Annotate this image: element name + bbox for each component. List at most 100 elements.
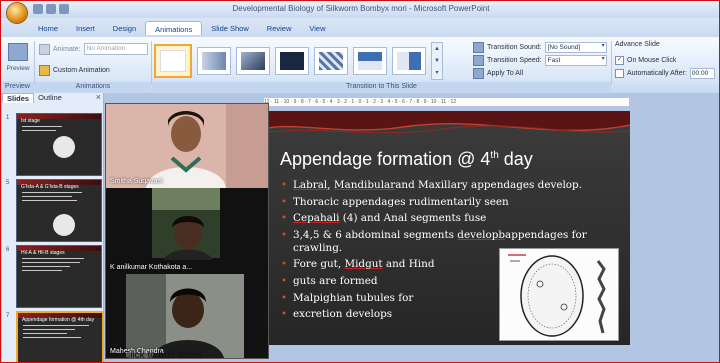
custom-animation-button[interactable]: Custom Animation: [39, 65, 110, 76]
slide-canvas[interactable]: Appendage formation @ 4th day • Labral, M…: [263, 111, 630, 345]
bullet-icon: •: [281, 228, 288, 241]
slide-number: 7: [6, 313, 10, 319]
window-title: Developmental Biology of Silkworm Bombyx…: [232, 4, 490, 13]
advance-slide-group: Advance Slide ✓ On Mouse Click Automatic…: [615, 41, 715, 80]
animate-row: Animate: No Animation: [39, 43, 148, 55]
gallery-scroll[interactable]: ▲ ▼ ▾: [431, 42, 443, 80]
thumb-text-line: [23, 337, 81, 338]
ribbon-tabs: Home Insert Design Animations Slide Show…: [29, 21, 335, 35]
transition-wipe-down-thumb[interactable]: [353, 47, 387, 75]
bullet-text: Cepahali (4) and Anal segments fuse: [293, 212, 487, 225]
group-separator: [34, 41, 35, 85]
participant-avatar: [106, 274, 268, 358]
animate-label: Animate:: [53, 45, 81, 53]
tab-outline[interactable]: Outline: [34, 93, 66, 103]
animate-icon: [39, 43, 50, 55]
participant-video-tile[interactable]: Mahesh Chandra: [106, 274, 268, 358]
thumb-text-line: [22, 200, 77, 201]
advance-slide-title: Advance Slide: [615, 41, 660, 48]
slide-number: 1: [6, 115, 10, 121]
slide-thumbnail[interactable]: G'Ista-A & G'Ista-B stages: [16, 179, 102, 242]
slide-title[interactable]: Appendage formation @ 4th day: [280, 149, 533, 170]
bullet-icon: •: [281, 179, 288, 191]
tab-design[interactable]: Design: [104, 21, 145, 35]
bullet-text: Labral, Mandibularand Maxillary appendag…: [293, 179, 583, 191]
thumb-title: Appendage formation @ 4th day: [22, 317, 95, 323]
apply-all-icon: [473, 68, 484, 79]
bullet-text: guts are formed: [293, 274, 378, 287]
slide-bullet: • Labral, Mandibularand Maxillary appenda…: [281, 179, 621, 192]
tab-insert[interactable]: Insert: [67, 21, 104, 35]
transition-sound-label: Transition Sound:: [487, 44, 542, 51]
thumb-title: Hil-A & Hil-B stages: [21, 250, 65, 256]
tab-slide-show[interactable]: Slide Show: [202, 21, 258, 35]
preview-label: Preview: [6, 65, 30, 72]
animate-select[interactable]: No Animation: [83, 43, 148, 55]
bullet-icon: •: [281, 274, 288, 287]
tab-home[interactable]: Home: [29, 21, 67, 35]
slide-number: 6: [6, 247, 10, 253]
slide-thumbnail[interactable]: Ist stage: [16, 113, 102, 176]
thumb-text-line: [23, 333, 67, 334]
horizontal-ruler: 12 · 11 · 10 · 9 · 8 · 7 · 6 · 5 · 4 · 3…: [263, 97, 630, 107]
preview-button[interactable]: Preview: [4, 41, 32, 79]
bullet-icon: •: [281, 258, 288, 271]
apply-to-all-label: Apply To All: [487, 70, 524, 77]
transition-push-thumb[interactable]: [392, 47, 426, 75]
slide-thumbnail[interactable]: Hil-A & Hil-B stages: [16, 245, 102, 308]
transition-none-thumb[interactable]: [154, 44, 192, 78]
notes-pane[interactable]: Click to add notes: [123, 350, 203, 361]
group-separator: [151, 41, 152, 85]
panel-tabs: Slides Outline: [2, 93, 103, 103]
preview-group-label: Preview: [1, 82, 34, 92]
slide-thumbnail-selected[interactable]: Appendage formation @ 4th day: [16, 311, 104, 362]
animations-group-label: Animations: [35, 82, 151, 92]
tab-slides[interactable]: Slides: [2, 93, 35, 103]
on-mouse-click-label: On Mouse Click: [627, 57, 677, 64]
bullet-text: excretion develops: [293, 308, 393, 321]
apply-to-all-button[interactable]: Apply To All: [473, 67, 607, 80]
ribbon: Preview Preview Animate: No Animation Cu…: [1, 37, 719, 94]
thumb-text-line: [22, 196, 72, 197]
tab-view[interactable]: View: [300, 21, 334, 35]
tab-review[interactable]: Review: [258, 21, 301, 35]
participant-video-tile[interactable]: Smitha Sugavasi: [106, 104, 268, 188]
transition-speed-select[interactable]: Fast: [544, 55, 607, 66]
transition-fade-black-thumb[interactable]: [236, 47, 270, 75]
bullet-text: Malpighian tubules for: [293, 291, 414, 304]
automatically-after-input[interactable]: 00:00: [689, 68, 715, 79]
slide-header-wave: [263, 111, 630, 134]
preview-icon: [8, 43, 28, 61]
thumb-text-line: [22, 130, 56, 131]
automatically-after-label: Automatically After:: [627, 70, 687, 77]
custom-animation-icon: [39, 65, 50, 76]
transition-cut-thumb[interactable]: [275, 47, 309, 75]
thumb-text-line: [22, 266, 70, 267]
transition-group-label: Transition to This Slide: [152, 82, 611, 92]
close-icon[interactable]: ×: [96, 92, 101, 102]
thumb-text-line: [22, 270, 62, 271]
embryo-diagram-image[interactable]: [499, 248, 619, 341]
transition-fade-smoothly-thumb[interactable]: [197, 47, 231, 75]
bullet-icon: •: [281, 212, 288, 225]
tab-animations[interactable]: Animations: [145, 21, 203, 35]
transition-sound-select[interactable]: [No Sound]: [544, 42, 607, 53]
bullet-text: Fore gut, Midgut and Hind: [293, 258, 435, 271]
transition-dissolve-thumb[interactable]: [314, 47, 348, 75]
thumb-text-line: [23, 329, 75, 330]
thumb-text-line: [22, 126, 62, 127]
office-button[interactable]: [7, 3, 27, 23]
automatically-after-checkbox[interactable]: [615, 69, 624, 78]
participant-avatar: [106, 104, 268, 188]
transition-gallery: ▲ ▼ ▾: [154, 42, 461, 80]
thumb-image: [53, 214, 75, 236]
on-mouse-click-checkbox[interactable]: ✓: [615, 56, 624, 65]
on-mouse-click-option[interactable]: ✓ On Mouse Click: [615, 54, 715, 67]
automatically-after-option[interactable]: Automatically After: 00:00: [615, 67, 715, 80]
participant-avatar: [106, 188, 268, 274]
thumb-image: [53, 136, 75, 158]
powerpoint-window: Developmental Biology of Silkworm Bombyx…: [0, 0, 720, 363]
transition-sound-row: Transition Sound: [No Sound]: [473, 41, 607, 54]
participant-video-tile[interactable]: K anilkumar Kothakota a...: [106, 188, 268, 274]
video-call-overlay: Smitha Sugavasi K anilkumar Kothakota a.…: [105, 103, 269, 359]
